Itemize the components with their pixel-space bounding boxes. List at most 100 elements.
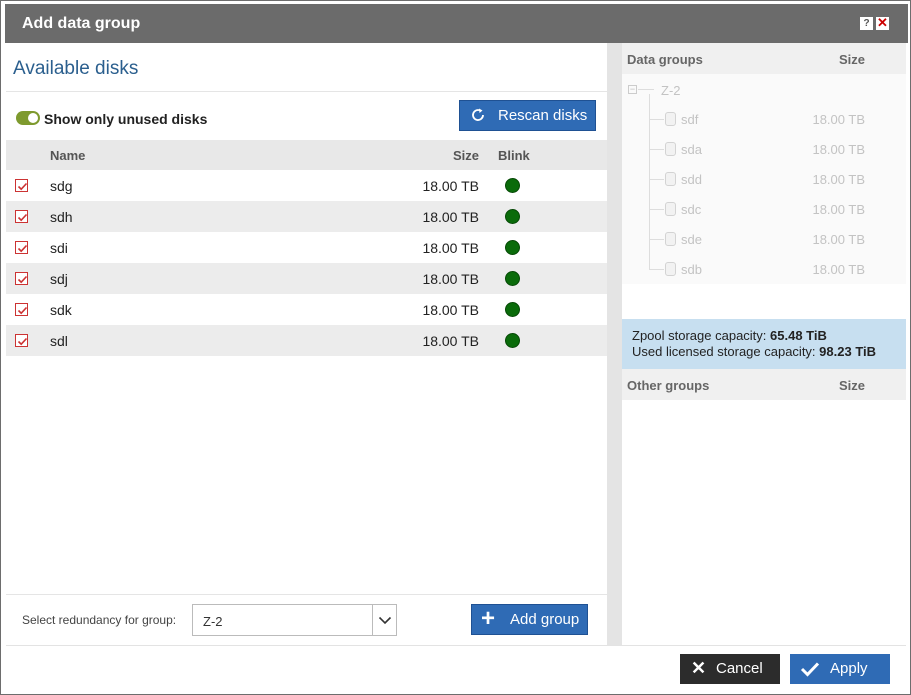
zpool-capacity-label: Zpool storage capacity: xyxy=(632,328,767,343)
available-disks-title: Available disks xyxy=(13,58,139,79)
disk-name: sdk xyxy=(50,302,72,318)
unused-disks-toggle[interactable] xyxy=(16,111,40,125)
blink-led-icon[interactable] xyxy=(505,240,520,255)
blink-led-icon[interactable] xyxy=(505,302,520,317)
apply-button[interactable]: Apply xyxy=(790,654,890,684)
disk-row[interactable]: sdi 18.00 TB xyxy=(6,232,607,263)
disk-row[interactable]: sdl 18.00 TB xyxy=(6,325,607,356)
tree-disk-size: 18.00 TB xyxy=(812,172,865,187)
rescan-disks-button[interactable]: Rescan disks xyxy=(459,100,596,131)
licensed-capacity-line: Used licensed storage capacity: 98.23 Ti… xyxy=(632,344,876,359)
disk-size: 18.00 TB xyxy=(422,240,479,256)
tree-disk-size: 18.00 TB xyxy=(812,262,865,277)
data-groups-header: Data groups Size xyxy=(622,43,906,74)
tree-disk-name: sda xyxy=(681,142,702,157)
disk-icon xyxy=(665,262,676,276)
dialog-titlebar: Add data group ? ✕ xyxy=(5,4,908,43)
tree-disk-item: sda 18.00 TB xyxy=(650,134,906,164)
disk-row[interactable]: sdj 18.00 TB xyxy=(6,263,607,294)
help-icon[interactable]: ? xyxy=(860,17,873,30)
toggle-knob xyxy=(28,113,38,123)
disk-checkbox[interactable] xyxy=(15,210,28,223)
disk-checkbox[interactable] xyxy=(15,303,28,316)
tree-line xyxy=(638,89,654,90)
unused-disks-toggle-label: Show only unused disks xyxy=(44,111,208,127)
add-group-label: Add group xyxy=(510,611,580,628)
tree-disk-name: sdc xyxy=(681,202,702,217)
disk-name: sdg xyxy=(50,178,73,194)
zpool-capacity-line: Zpool storage capacity: 65.48 TiB xyxy=(632,328,827,343)
close-icon: ✕ xyxy=(691,658,707,678)
disk-checkbox[interactable] xyxy=(15,179,28,192)
column-blink: Blink xyxy=(498,148,530,163)
data-groups-size-header: Size xyxy=(838,52,865,67)
column-name[interactable]: Name xyxy=(50,148,85,163)
blink-led-icon[interactable] xyxy=(505,209,520,224)
tree-disk-size: 18.00 TB xyxy=(812,232,865,247)
refresh-icon xyxy=(472,108,484,121)
tree-disk-size: 18.00 TB xyxy=(812,142,865,157)
other-groups-size-header: Size xyxy=(838,378,865,393)
tree-disk-size: 18.00 TB xyxy=(812,202,865,217)
licensed-capacity-label: Used licensed storage capacity: xyxy=(632,344,816,359)
disk-size: 18.00 TB xyxy=(422,271,479,287)
chevron-down-icon[interactable] xyxy=(372,605,396,635)
dialog-footer: ✕ Cancel Apply xyxy=(6,645,906,691)
disk-size: 18.00 TB xyxy=(422,209,479,225)
blink-led-icon[interactable] xyxy=(505,178,520,193)
cancel-label: Cancel xyxy=(716,660,763,677)
disk-size: 18.00 TB xyxy=(422,333,479,349)
tree-disk-item: sdf 18.00 TB xyxy=(650,104,906,134)
disk-checkbox[interactable] xyxy=(15,334,28,347)
redundancy-value: Z-2 xyxy=(203,614,223,629)
disk-icon xyxy=(665,232,676,246)
tree-disk-name: sdb xyxy=(681,262,702,277)
rescan-disks-label: Rescan disks xyxy=(498,107,588,124)
cancel-button[interactable]: ✕ Cancel xyxy=(680,654,780,684)
disk-checkbox[interactable] xyxy=(15,272,28,285)
dialog-title: Add data group xyxy=(22,15,141,32)
check-icon xyxy=(800,662,820,677)
column-size[interactable]: Size xyxy=(453,148,479,163)
redundancy-label: Select redundancy for group: xyxy=(22,613,177,627)
tree-disk-size: 18.00 TB xyxy=(812,112,865,127)
apply-label: Apply xyxy=(830,660,868,677)
disk-name: sdl xyxy=(50,333,68,349)
divider xyxy=(6,91,607,92)
disk-row[interactable]: sdh 18.00 TB xyxy=(6,201,607,232)
plus-icon: + xyxy=(481,605,496,632)
other-groups-title: Other groups xyxy=(627,378,710,393)
disk-name: sdh xyxy=(50,209,73,225)
add-data-group-dialog: Add data group ? ✕ Available disks Show … xyxy=(0,0,911,695)
tree-disk-item: sdc 18.00 TB xyxy=(650,194,906,224)
disk-name: sdi xyxy=(50,240,68,256)
add-group-button[interactable]: + Add group xyxy=(471,604,588,635)
blink-led-icon[interactable] xyxy=(505,271,520,286)
disk-icon xyxy=(665,112,676,126)
other-groups-header: Other groups Size xyxy=(622,369,906,400)
group-name: Z-2 xyxy=(661,83,681,98)
disk-size: 18.00 TB xyxy=(422,302,479,318)
tree-disk-name: sdf xyxy=(681,112,699,127)
close-icon[interactable]: ✕ xyxy=(876,16,889,30)
data-groups-title: Data groups xyxy=(627,52,703,67)
disk-size: 18.00 TB xyxy=(422,178,479,194)
capacity-info-box: Zpool storage capacity: 65.48 TiB Used l… xyxy=(622,319,906,369)
disk-checkbox[interactable] xyxy=(15,241,28,254)
redundancy-select[interactable]: Z-2 xyxy=(192,604,397,636)
disk-icon xyxy=(665,142,676,156)
licensed-capacity-value: 98.23 TiB xyxy=(819,344,877,359)
tree-disk-item: sde 18.00 TB xyxy=(650,224,906,254)
data-groups-panel: Data groups Size − Z-2 sdf 18.00 TB sda 18… xyxy=(622,43,906,645)
disk-name: sdj xyxy=(50,271,68,287)
disk-row[interactable]: sdg 18.00 TB xyxy=(6,170,607,201)
panel-splitter[interactable] xyxy=(607,43,622,645)
available-disks-panel: Available disks Show only unused disks R… xyxy=(6,43,607,645)
tree-disk-item: sdd 18.00 TB xyxy=(650,164,906,194)
disk-row[interactable]: sdk 18.00 TB xyxy=(6,294,607,325)
disks-table-header: Name Size Blink xyxy=(6,140,607,170)
zpool-capacity-value: 65.48 TiB xyxy=(770,328,827,343)
blink-led-icon[interactable] xyxy=(505,333,520,348)
divider xyxy=(6,594,607,595)
collapse-icon[interactable]: − xyxy=(628,85,637,94)
